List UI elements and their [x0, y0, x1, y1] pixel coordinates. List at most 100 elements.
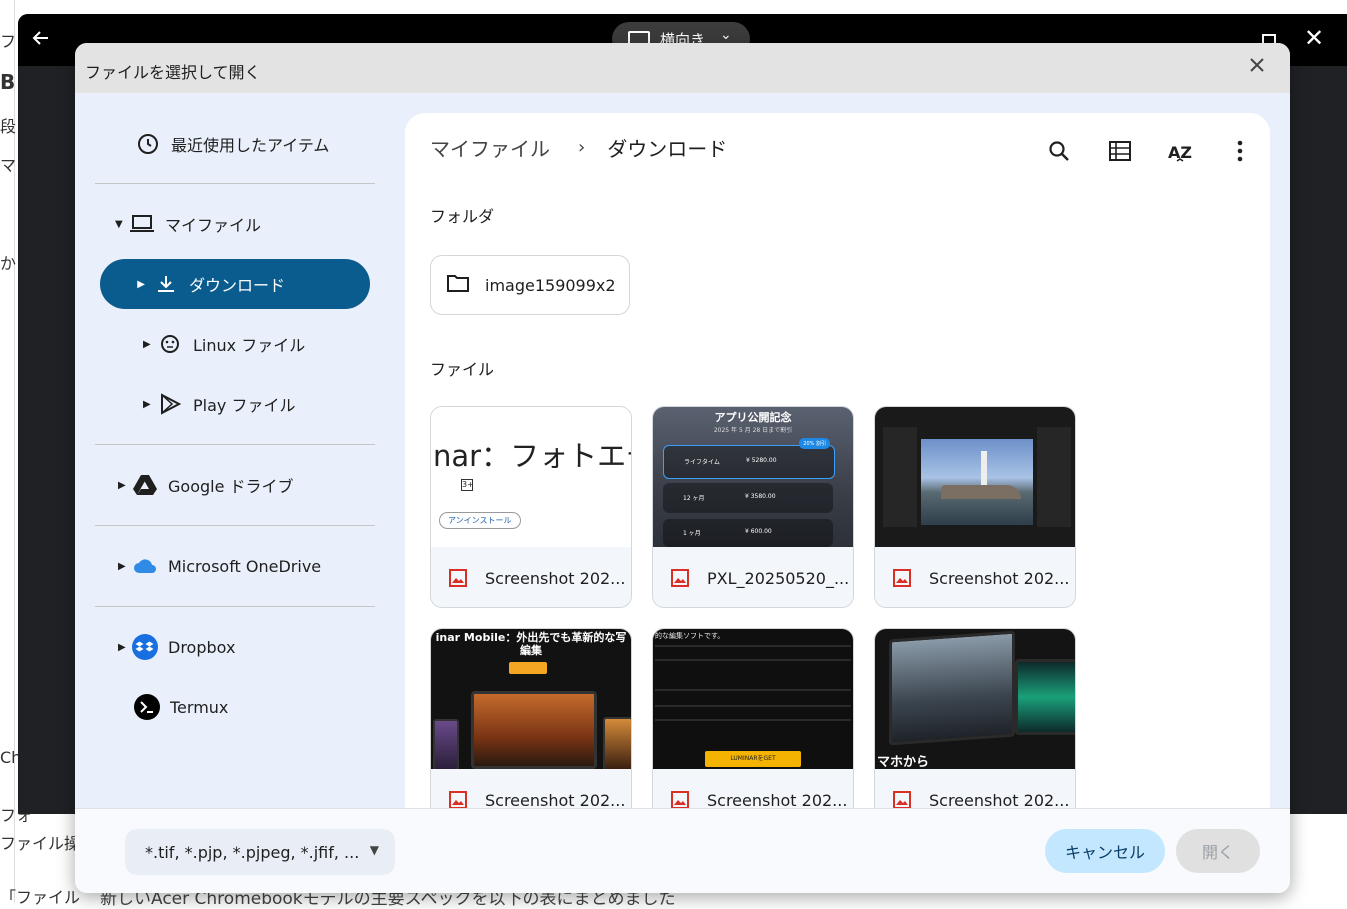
folder-name: image159099x2 [485, 275, 616, 295]
sidebar-divider [95, 444, 375, 445]
bg-text-fragment: 段 [0, 117, 17, 136]
thumb-rating: 3+ [461, 479, 474, 491]
open-button[interactable]: 開く [1176, 829, 1260, 873]
dialog-close-button[interactable] [1245, 55, 1269, 79]
file-footer: Screenshot 202... [875, 547, 1075, 607]
file-item[interactable]: inar Mobile：外出先でも革新的な写 編集 Screenshot 202… [430, 628, 632, 830]
file-name: Screenshot 202... [485, 568, 626, 588]
folder-item[interactable]: image159099x2 [430, 255, 630, 315]
device-preview [889, 630, 1015, 746]
download-icon [153, 271, 179, 297]
filter-value: *.tif, *.pjp, *.pjpeg, *.jfif, ... [145, 842, 360, 862]
image-file-icon [893, 569, 911, 587]
expand-arrow-icon[interactable]: ▶ [143, 339, 157, 350]
expand-arrow-icon[interactable]: ▶ [143, 399, 157, 410]
cancel-button[interactable]: キャンセル [1045, 829, 1165, 873]
back-arrow-icon[interactable] [30, 27, 52, 49]
plan-row: 1 ヶ月 ¥ 600.00 [663, 519, 833, 547]
breadcrumb-root[interactable]: マイファイル [430, 133, 550, 162]
file-thumbnail [875, 407, 1075, 547]
list-view-button[interactable] [1102, 133, 1138, 169]
bg-text-fragment: B [0, 70, 16, 94]
thumb-line [655, 719, 851, 721]
file-item[interactable]: 的な編集ソフトです。 LUMINARをGET Screenshot 202... [652, 628, 854, 830]
file-name: Screenshot 202... [707, 790, 848, 810]
expand-arrow-icon[interactable]: ▶ [118, 480, 132, 491]
breadcrumb: マイファイル › ダウンロード [430, 133, 727, 162]
sidebar-item-label: 最近使用したアイテム [171, 136, 330, 155]
device-preview [603, 717, 631, 769]
search-button[interactable] [1041, 133, 1077, 169]
files-section-label: ファイル [430, 360, 495, 379]
sidebar-divider [95, 606, 375, 607]
sidebar-item-play[interactable]: ▶ Play ファイル [143, 379, 295, 429]
sidebar-item-onedrive[interactable]: ▶ Microsoft OneDrive [118, 541, 321, 591]
expand-arrow-icon[interactable]: ▶ [100, 279, 153, 290]
plan-label: 1 ヶ月 [683, 530, 701, 537]
plan-price: ¥ 3580.00 [745, 493, 776, 500]
sidebar: 最近使用したアイテム ▼ マイファイル ▶ ダウンロード ▶ Linux ファイ… [75, 93, 405, 808]
thumb-line [655, 705, 851, 707]
more-options-button[interactable] [1222, 133, 1258, 169]
file-name: Screenshot 202... [929, 790, 1070, 810]
sidebar-item-google-drive[interactable]: ▶ Google ドライブ [118, 460, 294, 510]
expand-arrow-icon[interactable]: ▶ [118, 642, 132, 653]
sidebar-item-label: Dropbox [168, 637, 236, 657]
thumb-text: マホから [877, 755, 930, 769]
rock-shape [941, 485, 1021, 499]
file-item[interactable]: Screenshot 202... [874, 406, 1076, 608]
image-file-icon [449, 569, 467, 587]
sidebar-item-label: Play ファイル [193, 396, 296, 415]
main-panel: マイファイル › ダウンロード AZ フォルダ image159099x2 ファ… [405, 113, 1270, 830]
folder-icon [447, 274, 469, 296]
device-preview [1015, 659, 1075, 735]
sidebar-item-dropbox[interactable]: ▶ Dropbox [118, 622, 235, 672]
more-vert-icon [1237, 140, 1243, 162]
device-preview [433, 719, 459, 769]
bg-text-fragment: 「ファイル [0, 888, 81, 907]
onedrive-cloud-icon [132, 553, 158, 579]
editor-side-panel [1037, 427, 1071, 527]
list-view-icon [1109, 141, 1131, 161]
sidebar-item-label: Termux [170, 697, 229, 717]
sort-button[interactable]: AZ [1162, 133, 1198, 169]
play-store-icon [157, 391, 183, 417]
bg-text-fragment: マ [0, 156, 17, 175]
expand-arrow-icon[interactable]: ▼ [115, 219, 129, 230]
file-name: Screenshot 202... [485, 790, 626, 810]
dropbox-icon [132, 634, 158, 660]
file-item[interactable]: nar：フォトエデ 3+ アンインストール Screenshot 202... [430, 406, 632, 608]
google-drive-icon [132, 472, 158, 498]
breadcrumb-separator: › [578, 137, 586, 158]
plan-row-selected: ライフタイム ¥ 5280.00 20% 割引 [663, 438, 835, 479]
file-type-filter-select[interactable]: *.tif, *.pjp, *.pjpeg, *.jfif, ... ▼ [125, 829, 395, 875]
editor-side-panel [883, 427, 917, 527]
file-item[interactable]: アプリ公開記念 2025 年 5 月 28 日まで割引 ライフタイム ¥ 528… [652, 406, 854, 608]
sidebar-item-termux[interactable]: Termux [134, 682, 228, 732]
thumb-line [655, 645, 851, 647]
close-icon[interactable]: ✕ [1304, 24, 1324, 52]
file-thumbnail: inar Mobile：外出先でも革新的な写 編集 [431, 629, 631, 769]
thumb-button: アンインストール [439, 512, 521, 529]
thumb-title: アプリ公開記念 [714, 411, 792, 424]
file-footer: Screenshot 202... [431, 547, 631, 607]
folders-section-label: フォルダ [430, 207, 495, 226]
image-file-icon [893, 791, 911, 809]
sort-az-icon: AZ [1168, 143, 1192, 162]
dialog-header: ファイルを選択して開く [75, 43, 1290, 93]
plan-price: ¥ 600.00 [745, 528, 772, 535]
sidebar-item-recent[interactable]: 最近使用したアイテム [135, 119, 329, 169]
sidebar-item-linux[interactable]: ▶ Linux ファイル [143, 319, 305, 369]
chevron-down-icon: ⌄ [720, 27, 732, 43]
sidebar-item-label: マイファイル [165, 216, 262, 235]
sidebar-item-downloads[interactable]: ▶ ダウンロード [100, 259, 370, 309]
thumb-subtitle: 編集 [520, 644, 542, 657]
thumb-line [655, 689, 851, 691]
file-thumbnail: 的な編集ソフトです。 LUMINARをGET [653, 629, 853, 769]
expand-arrow-icon[interactable]: ▶ [118, 561, 132, 572]
laptop-icon [129, 211, 155, 237]
close-icon [1250, 58, 1264, 72]
file-item[interactable]: マホから Screenshot 202... [874, 628, 1076, 830]
sidebar-divider [95, 525, 375, 526]
sidebar-item-my-files[interactable]: ▼ マイファイル [115, 199, 261, 249]
